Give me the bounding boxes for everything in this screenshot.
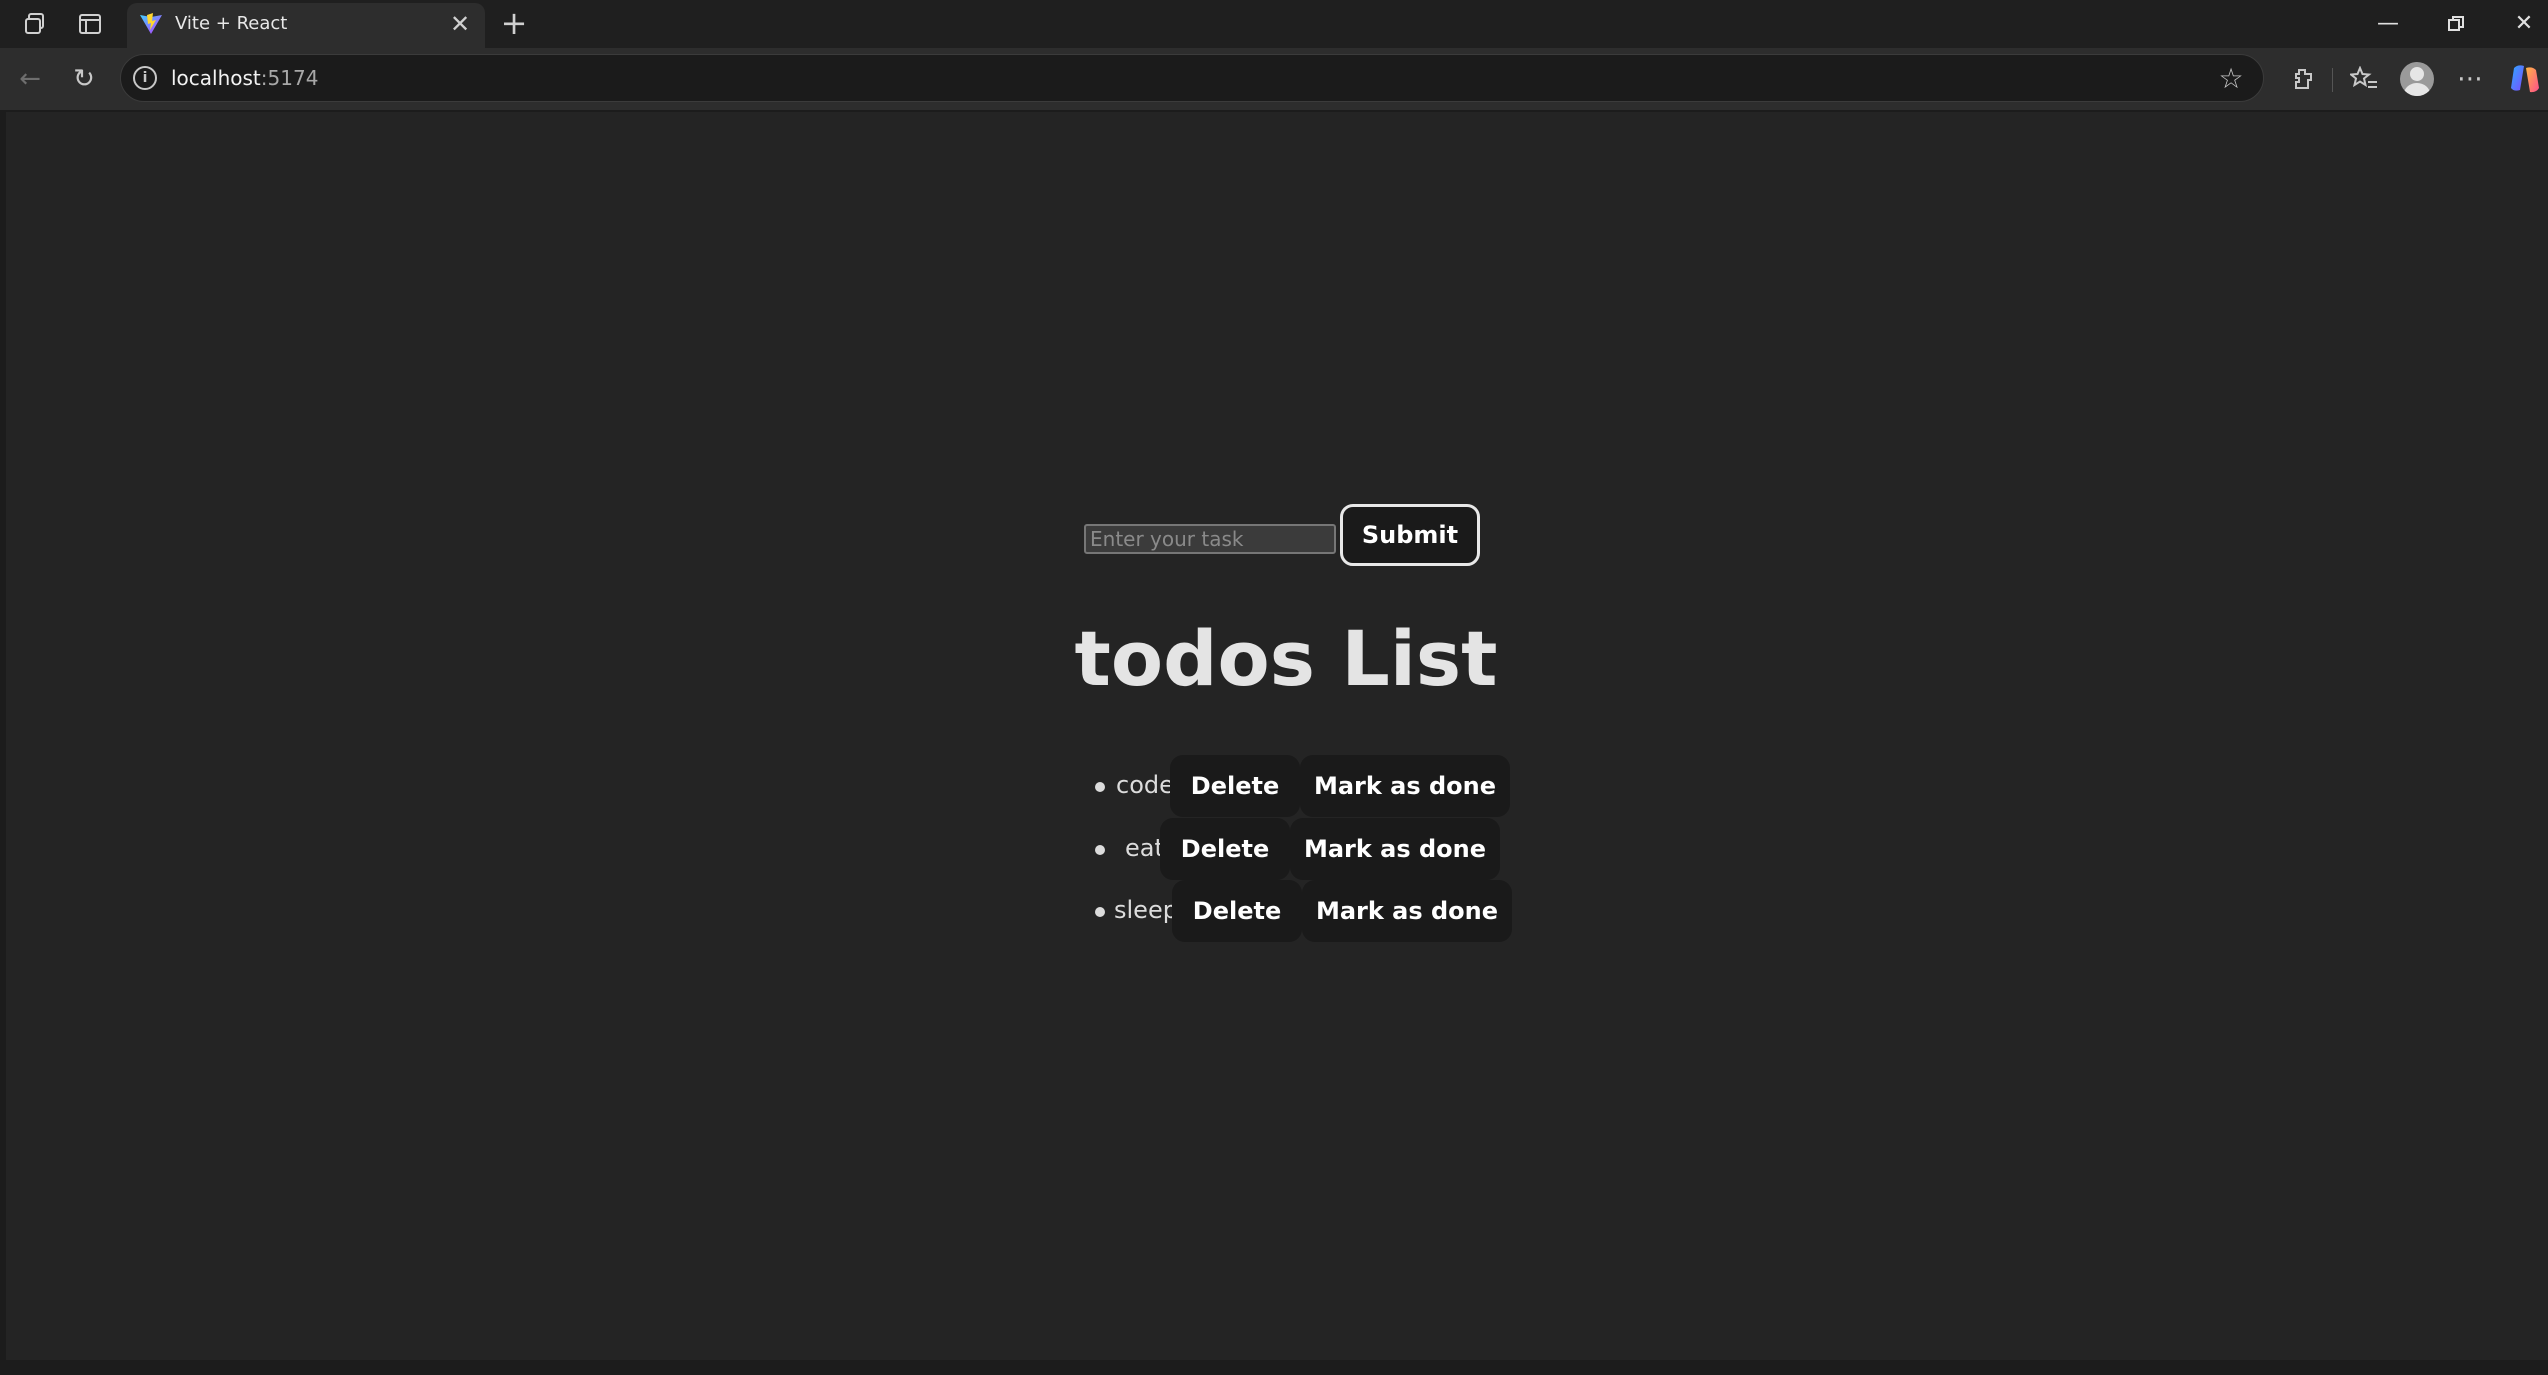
mark-as-done-button[interactable]: Mark as done [1300, 755, 1510, 817]
browser-window: Vite + React ✕ + — ✕ ← ↻ i localhost:517… [0, 0, 2548, 1375]
page-viewport: Submit todos List code Delete Mark as do… [6, 112, 2548, 1360]
tab-active[interactable]: Vite + React ✕ [127, 3, 485, 48]
vertical-tabs-icon[interactable] [72, 8, 108, 40]
mark-as-done-button[interactable]: Mark as done [1290, 818, 1500, 880]
list-bullet [1095, 782, 1105, 792]
minimize-icon[interactable]: — [2354, 0, 2422, 48]
url-port: :5174 [260, 66, 319, 90]
more-menu-icon[interactable]: ⋯ [2450, 59, 2490, 99]
new-tab-icon[interactable]: + [496, 6, 532, 42]
todo-app: Submit todos List code Delete Mark as do… [6, 112, 2548, 1360]
todo-text: eat [1125, 834, 1164, 862]
favorites-icon[interactable] [2344, 59, 2384, 99]
tab-title: Vite + React [175, 13, 288, 34]
reload-icon[interactable]: ↻ [64, 59, 104, 99]
browser-toolbar: ← ↻ i localhost:5174 ☆ ⋯ [0, 48, 2548, 110]
url-host: localhost [171, 66, 261, 90]
list-bullet [1095, 845, 1105, 855]
extensions-icon[interactable] [2282, 59, 2322, 99]
toolbar-divider [2332, 68, 2333, 92]
profile-avatar-icon[interactable] [2400, 62, 2434, 96]
mark-as-done-button[interactable]: Mark as done [1302, 880, 1512, 942]
close-window-icon[interactable]: ✕ [2490, 0, 2548, 48]
vite-logo-icon [140, 13, 162, 34]
todo-text: code [1116, 771, 1174, 799]
back-arrow-icon[interactable]: ← [10, 59, 50, 99]
address-bar[interactable]: i localhost:5174 ☆ [120, 54, 2264, 102]
delete-button[interactable]: Delete [1172, 880, 1302, 942]
close-tab-icon[interactable]: ✕ [445, 9, 475, 39]
tab-strip: Vite + React ✕ + — ✕ [0, 0, 2548, 48]
todo-text: sleep [1114, 896, 1178, 924]
delete-button[interactable]: Delete [1160, 818, 1290, 880]
list-bullet [1095, 907, 1105, 917]
delete-button[interactable]: Delete [1170, 755, 1300, 817]
copilot-icon[interactable] [2508, 62, 2542, 96]
favorite-star-icon[interactable]: ☆ [2213, 61, 2249, 97]
url-text[interactable]: localhost:5174 [171, 66, 318, 90]
workspaces-icon[interactable] [18, 8, 54, 40]
site-info-icon[interactable]: i [133, 66, 157, 90]
restore-icon[interactable] [2422, 0, 2490, 48]
todo-list: code Delete Mark as done eat Delete Mark… [6, 112, 2548, 1360]
